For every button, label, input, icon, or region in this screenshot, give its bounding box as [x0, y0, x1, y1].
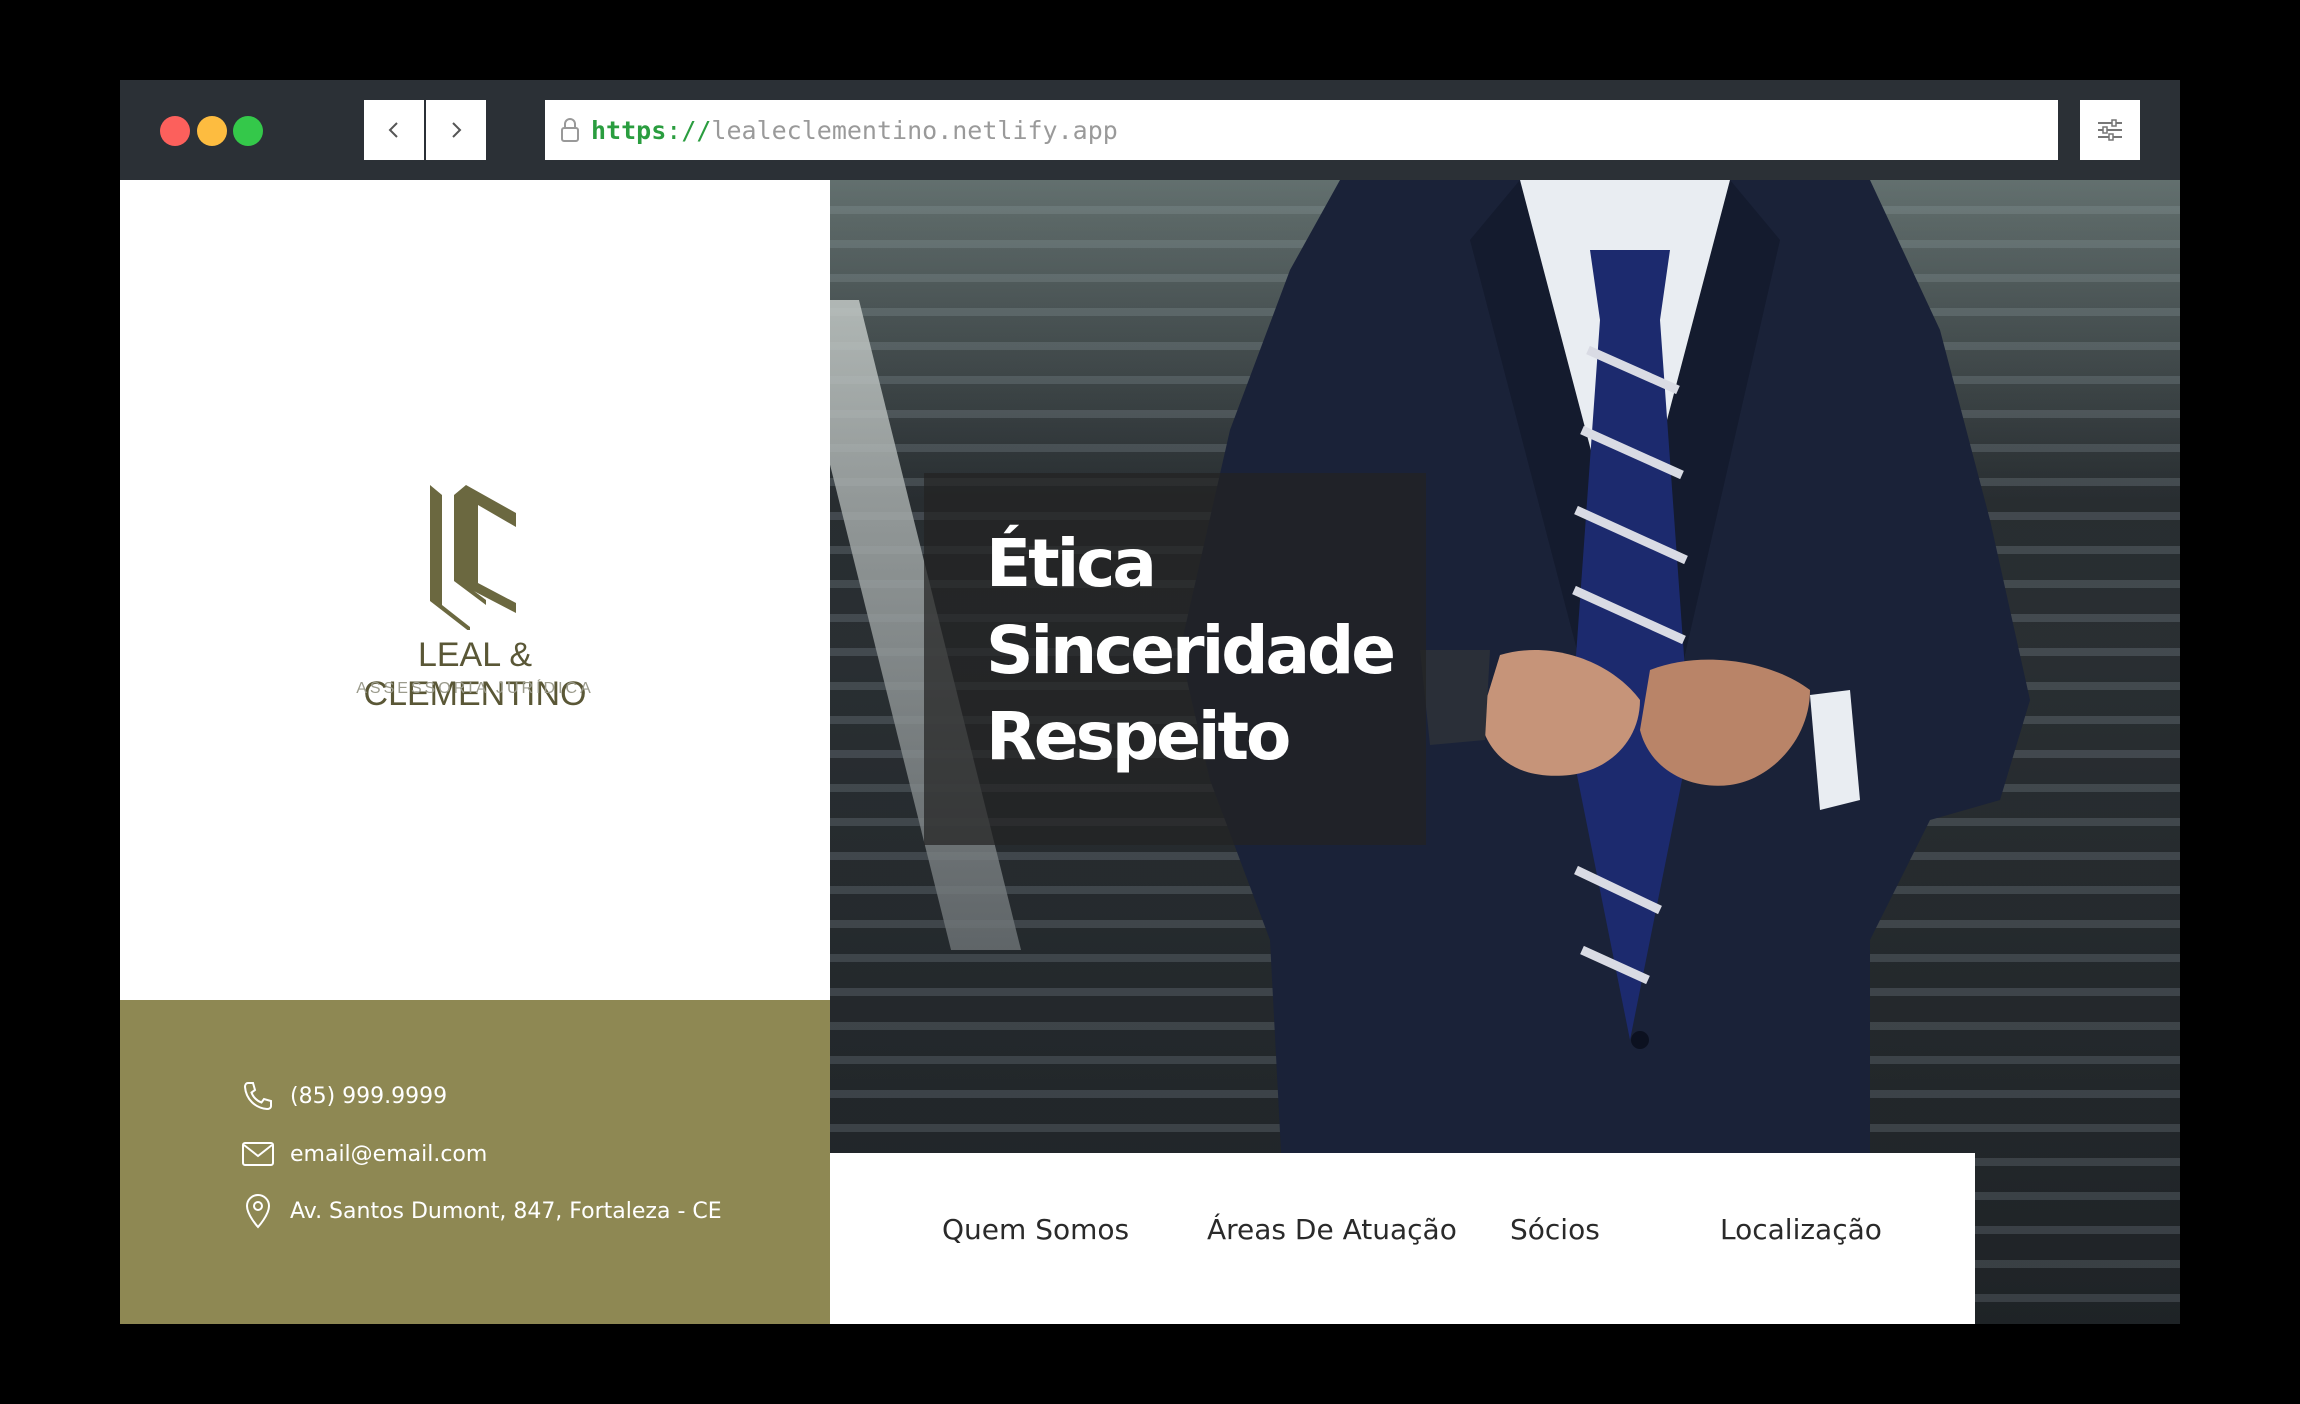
value-sinceridade: Sinceridade	[986, 612, 1396, 689]
url-scheme: https	[591, 115, 667, 145]
main-navigation: Quem Somos Áreas De Atuação Sócios Local…	[830, 1153, 1975, 1324]
nav-item-socios[interactable]: Sócios	[1510, 1213, 1600, 1246]
browser-window: https://lealeclementino.netlify.app LEA…	[120, 80, 2180, 1324]
nav-item-quem-somos[interactable]: Quem Somos	[942, 1213, 1129, 1246]
value-respeito: Respeito	[986, 698, 1291, 775]
back-button[interactable]	[364, 100, 424, 160]
contact-email[interactable]: email@email.com	[240, 1136, 487, 1172]
phone-icon	[240, 1078, 276, 1114]
contact-phone[interactable]: (85) 999.9999	[240, 1078, 447, 1114]
close-window-button[interactable]	[160, 116, 190, 146]
mail-icon	[240, 1136, 276, 1172]
hero-section: Ética Sinceridade Respeito Quem Somos Ár…	[830, 180, 2180, 1324]
url-host: lealeclementino.netlify.app	[711, 115, 1118, 145]
maximize-window-button[interactable]	[233, 116, 263, 146]
nav-item-localizacao[interactable]: Localização	[1720, 1213, 1882, 1246]
forward-button[interactable]	[426, 100, 486, 160]
url-separator: ://	[666, 115, 712, 145]
lock-icon	[559, 117, 581, 143]
email-address: email@email.com	[290, 1141, 488, 1167]
phone-number: (85) 999.9999	[290, 1083, 448, 1109]
value-etica: Ética	[986, 525, 1157, 602]
sliders-icon	[2098, 119, 2122, 141]
brand-name: LEAL & CLEMENTINO	[363, 636, 587, 713]
nav-item-areas-de-atuacao[interactable]: Áreas De Atuação	[1207, 1213, 1457, 1246]
contact-address[interactable]: Av. Santos Dumont, 847, Fortaleza - CE	[240, 1193, 722, 1229]
brand-tagline: ASSESSORIA JURÍDICA	[356, 680, 594, 697]
address-bar[interactable]: https://lealeclementino.netlify.app	[545, 100, 2058, 160]
minimize-window-button[interactable]	[197, 116, 227, 146]
location-pin-icon	[240, 1193, 276, 1229]
brand-logo-mark	[430, 485, 516, 630]
street-address: Av. Santos Dumont, 847, Fortaleza - CE	[290, 1198, 722, 1224]
page-content: LEAL & CLEMENTINO ASSESSORIA JURÍDICA (8…	[120, 180, 2180, 1324]
logo-panel: LEAL & CLEMENTINO ASSESSORIA JURÍDICA	[120, 180, 830, 1000]
chevron-left-icon	[388, 122, 398, 138]
browser-toolbar: https://lealeclementino.netlify.app	[120, 80, 2180, 180]
settings-button[interactable]	[2080, 100, 2140, 160]
chevron-right-icon	[452, 122, 462, 138]
